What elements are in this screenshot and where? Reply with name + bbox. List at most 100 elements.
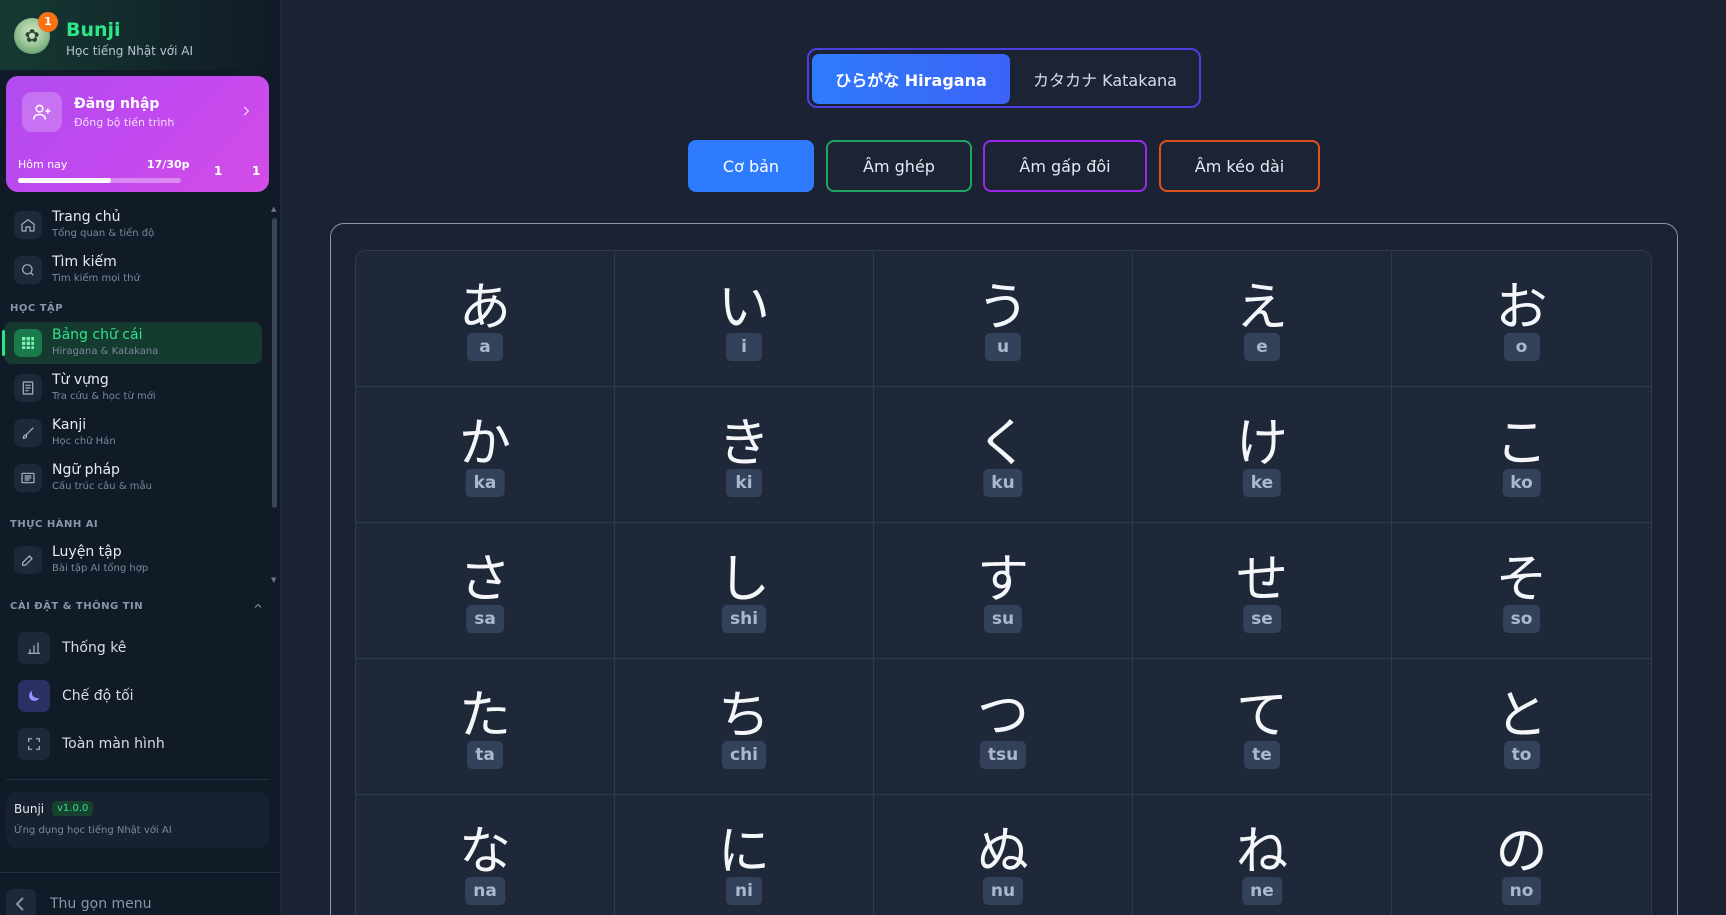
kana-cell[interactable]: に ni <box>615 795 874 915</box>
category-compound-button[interactable]: Âm ghép <box>826 140 972 192</box>
nav-item-alphabet[interactable]: Bảng chữ cái Hiragana & Katakana <box>2 322 262 364</box>
nav-sub: Cấu trúc câu & mẫu <box>52 481 152 492</box>
brand-header: ✿ 1 Bunji Học tiếng Nhật với AI <box>0 0 280 70</box>
kana-cell[interactable]: と to <box>1392 659 1651 795</box>
category-long-button[interactable]: Âm kéo dài <box>1159 140 1320 192</box>
romaji-badge: nu <box>982 877 1024 905</box>
kana-cell[interactable]: き ki <box>615 387 874 523</box>
kana-cell[interactable]: な na <box>356 795 615 915</box>
kana-character: す <box>976 550 1029 610</box>
nav-item-practice[interactable]: Luyện tập Bài tập AI tổng hợp <box>4 539 262 581</box>
kana-cell[interactable]: さ sa <box>356 523 615 659</box>
nav-sub: Tổng quan & tiến độ <box>52 228 155 239</box>
tab-katakana[interactable]: カタカナ Katakana <box>1012 54 1198 104</box>
kana-cell[interactable]: て te <box>1133 659 1392 795</box>
nav-sub: Bài tập AI tổng hợp <box>52 563 149 574</box>
nav-label: Tìm kiếm <box>52 254 117 270</box>
scroll-down-arrow-icon[interactable]: ▼ <box>271 576 276 584</box>
kana-cell[interactable]: ち chi <box>615 659 874 795</box>
kana-cell[interactable]: あa <box>356 251 615 387</box>
romaji-badge: o <box>1503 333 1540 361</box>
settings-item-fullscreen[interactable]: Toàn màn hình <box>18 728 268 762</box>
kana-character: た <box>458 686 511 746</box>
login-subtitle: Đồng bộ tiến trình <box>74 116 175 129</box>
sidebar-divider <box>6 779 268 780</box>
user-add-icon <box>22 92 62 132</box>
nav-item-vocabulary[interactable]: Từ vựng Tra cứu & học từ mới <box>4 367 262 409</box>
chevron-right-icon <box>243 106 250 116</box>
kana-cell[interactable]: か ka <box>356 387 615 523</box>
nav-label: Trang chủ <box>52 209 121 225</box>
kana-character: あ <box>458 278 511 338</box>
settings-item-dark-mode[interactable]: Chế độ tối <box>18 680 268 714</box>
kana-character: ぬ <box>976 822 1029 882</box>
romaji-badge: tsu <box>979 741 1027 769</box>
kana-cell[interactable]: ぬ nu <box>874 795 1133 915</box>
kana-cell[interactable]: こ ko <box>1392 387 1651 523</box>
kana-cell[interactable]: ね ne <box>1133 795 1392 915</box>
kana-cell[interactable]: おo <box>1392 251 1651 387</box>
romaji-badge: ni <box>726 877 762 905</box>
kana-character: に <box>717 822 770 882</box>
romaji-badge: sa <box>466 605 504 633</box>
login-title: Đăng nhập <box>74 96 160 112</box>
nav-scrollbar-thumb[interactable] <box>272 218 277 508</box>
nav-label: Ngữ pháp <box>52 462 120 478</box>
tab-hiragana[interactable]: ひらがな Hiragana <box>812 54 1010 104</box>
sidebar: ✿ 1 Bunji Học tiếng Nhật với AI Đăng nhậ… <box>0 0 281 915</box>
kana-cell[interactable]: く ku <box>874 387 1133 523</box>
kana-character: ね <box>1235 822 1288 882</box>
list-icon <box>14 464 42 492</box>
nav-item-home[interactable]: Trang chủ Tổng quan & tiến độ <box>4 204 262 246</box>
nav-sub: Tìm kiếm mọi thứ <box>52 273 140 284</box>
kana-cell[interactable]: す su <box>874 523 1133 659</box>
kana-cell[interactable]: いi <box>615 251 874 387</box>
fullscreen-icon <box>18 728 50 760</box>
kana-character: そ <box>1495 550 1548 610</box>
nav-item-search[interactable]: Tìm kiếm Tìm kiếm mọi thứ <box>4 249 262 291</box>
login-card[interactable]: Đăng nhập Đồng bộ tiến trình Hôm nay 17/… <box>6 76 269 192</box>
nav-sub: Hiragana & Katakana <box>52 346 159 357</box>
nav-sub: Tra cứu & học từ mới <box>52 391 156 402</box>
nav-item-kanji[interactable]: Kanji Học chữ Hán <box>4 412 262 454</box>
scroll-up-arrow-icon[interactable]: ▲ <box>271 205 276 213</box>
nav-sub: Học chữ Hán <box>52 436 116 447</box>
kana-cell[interactable]: し shi <box>615 523 874 659</box>
brand-subtitle: Học tiếng Nhật với AI <box>66 44 194 58</box>
settings-item-stats[interactable]: Thống kê <box>18 632 268 666</box>
kana-character: お <box>1495 278 1548 338</box>
category-basic-button[interactable]: Cơ bản <box>688 140 814 192</box>
sidebar-divider <box>0 872 280 873</box>
collapse-menu-label[interactable]: Thu gọn menu <box>50 896 152 912</box>
romaji-badge: so <box>1502 605 1541 633</box>
collapse-menu-button[interactable] <box>6 889 36 915</box>
kana-cell[interactable]: せ se <box>1133 523 1392 659</box>
kana-cell[interactable]: つ tsu <box>874 659 1133 795</box>
kana-cell[interactable]: うu <box>874 251 1133 387</box>
kana-character: な <box>458 822 511 882</box>
kana-character: い <box>717 278 770 338</box>
romaji-badge: i <box>726 333 762 361</box>
category-double-button[interactable]: Âm gấp đôi <box>983 140 1147 192</box>
nav-label: Kanji <box>52 417 87 433</box>
romaji-badge: a <box>467 333 503 361</box>
romaji-badge: chi <box>721 741 767 769</box>
romaji-badge: ke <box>1242 469 1282 497</box>
chevron-left-icon <box>15 897 24 911</box>
kana-cell[interactable]: そ so <box>1392 523 1651 659</box>
romaji-badge: te <box>1244 741 1280 769</box>
kana-cell[interactable]: け ke <box>1133 387 1392 523</box>
chevron-up-icon[interactable] <box>252 600 264 612</box>
kana-grid: あ a い i う u え e お o か ka き ki く ku け ke こ ko さ sa し shi す su せ se そ s… <box>355 250 1652 915</box>
kana-character: こ <box>1495 414 1548 474</box>
kana-character: け <box>1235 414 1288 474</box>
level-stat: 1 <box>252 164 261 178</box>
kana-cell[interactable]: えe <box>1133 251 1392 387</box>
section-title-learn: HỌC TẬP <box>10 303 64 314</box>
romaji-badge: shi <box>721 605 767 633</box>
kana-cell[interactable]: た ta <box>356 659 615 795</box>
kana-cell[interactable]: の no <box>1392 795 1651 915</box>
book-icon <box>14 374 42 402</box>
nav-item-grammar[interactable]: Ngữ pháp Cấu trúc câu & mẫu <box>4 457 262 499</box>
settings-section-title: CÀI ĐẶT & THÔNG TIN <box>10 601 144 612</box>
